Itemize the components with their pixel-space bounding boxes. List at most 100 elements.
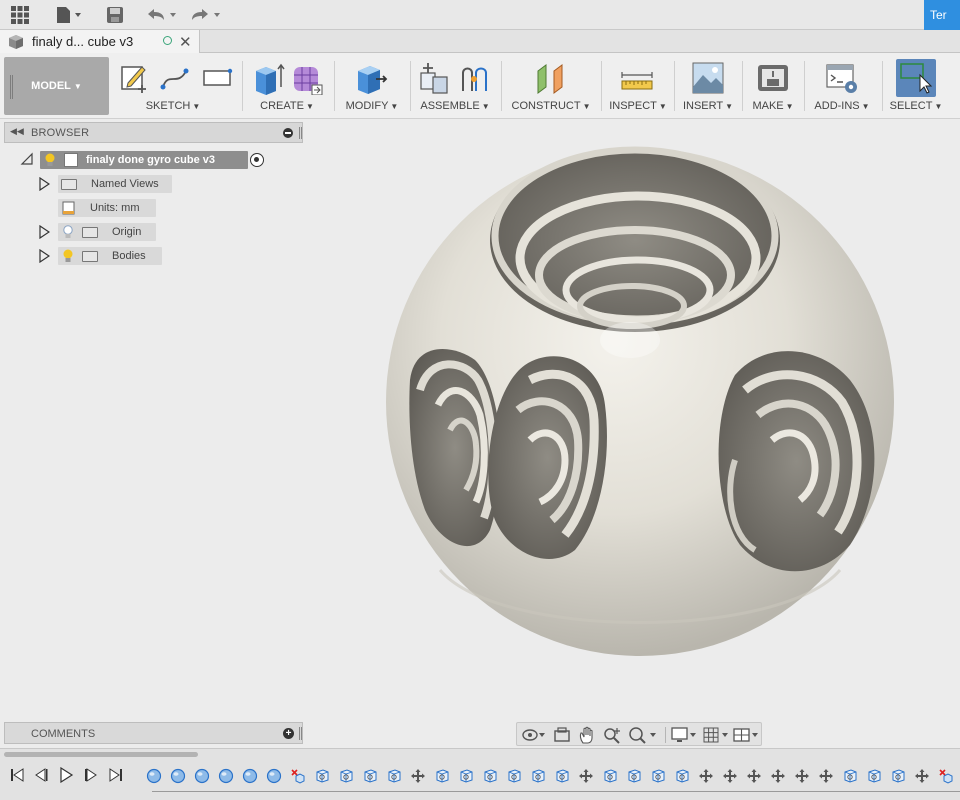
measure-icon[interactable] bbox=[620, 61, 654, 95]
timeline-feature-body-icon[interactable] bbox=[842, 768, 858, 784]
file-menu-icon[interactable] bbox=[54, 4, 84, 26]
collapse-root-icon[interactable] bbox=[20, 152, 34, 169]
fit-zoom-icon[interactable] bbox=[628, 726, 660, 744]
timeline-feature-body-icon[interactable] bbox=[890, 768, 906, 784]
look-at-icon[interactable] bbox=[553, 726, 571, 744]
line-tool-icon[interactable] bbox=[158, 61, 192, 95]
display-settings-icon[interactable] bbox=[670, 726, 700, 744]
scripts-addins-icon[interactable] bbox=[825, 61, 859, 95]
toolbar-grip[interactable] bbox=[10, 75, 13, 99]
timeline-feature-body-icon[interactable] bbox=[650, 768, 666, 784]
timeline-feature-body-icon[interactable] bbox=[458, 768, 474, 784]
activate-component-icon[interactable] bbox=[250, 153, 264, 167]
toolbar-group-label[interactable]: SELECT ▼ bbox=[886, 100, 946, 112]
timeline-feature-body-icon[interactable] bbox=[674, 768, 690, 784]
visibility-bulb-icon[interactable] bbox=[62, 249, 74, 263]
save-icon[interactable] bbox=[104, 4, 126, 26]
toolbar-group-label[interactable]: CREATE ▼ bbox=[248, 100, 326, 112]
user-account-button[interactable]: Ter bbox=[924, 0, 960, 30]
document-tab[interactable]: finaly d... cube v3 ✕ bbox=[0, 30, 200, 53]
comments-panel[interactable]: COMMENTS + bbox=[4, 722, 303, 744]
rectangle-tool-icon[interactable] bbox=[200, 61, 234, 95]
gyro-cube-model[interactable] bbox=[380, 140, 900, 665]
insert-image-icon[interactable] bbox=[691, 61, 725, 95]
toolbar-group-label[interactable]: ASSEMBLE ▼ bbox=[416, 100, 494, 112]
browser-item-named-views[interactable]: Named Views bbox=[58, 175, 172, 193]
extrude-icon[interactable] bbox=[252, 61, 286, 95]
go-to-end-icon[interactable] bbox=[108, 767, 124, 783]
step-forward-icon[interactable] bbox=[83, 767, 99, 783]
viewports-icon[interactable] bbox=[732, 726, 762, 744]
timeline-feature-move-icon[interactable] bbox=[410, 768, 426, 784]
timeline-feature-move-icon[interactable] bbox=[770, 768, 786, 784]
panel-grip[interactable] bbox=[299, 727, 302, 740]
step-back-icon[interactable] bbox=[33, 767, 49, 783]
timeline-feature-body-icon[interactable] bbox=[482, 768, 498, 784]
timeline-feature-move-icon[interactable] bbox=[914, 768, 930, 784]
timeline-feature-move-icon[interactable] bbox=[698, 768, 714, 784]
browser-item-origin[interactable]: Origin bbox=[58, 223, 156, 241]
visibility-bulb-icon[interactable] bbox=[44, 153, 56, 167]
timeline-feature-move-icon[interactable] bbox=[722, 768, 738, 784]
timeline-feature-body-icon[interactable] bbox=[362, 768, 378, 784]
timeline-feature-body-icon[interactable] bbox=[866, 768, 882, 784]
timeline-feature-move-icon[interactable] bbox=[578, 768, 594, 784]
visibility-bulb-off-icon[interactable] bbox=[62, 225, 74, 239]
expand-bodies-icon[interactable] bbox=[38, 248, 51, 266]
expand-named-views-icon[interactable] bbox=[38, 176, 51, 194]
timeline-feature-sphere-icon[interactable] bbox=[242, 768, 258, 784]
timeline-feature-body-icon[interactable] bbox=[506, 768, 522, 784]
toolbar-group-label[interactable]: SKETCH ▼ bbox=[114, 100, 232, 112]
joint-icon[interactable] bbox=[458, 61, 492, 95]
redo-icon[interactable] bbox=[188, 4, 224, 26]
create-sketch-icon[interactable] bbox=[118, 61, 152, 95]
browser-item-bodies[interactable]: Bodies bbox=[58, 247, 162, 265]
grid-snaps-icon[interactable] bbox=[702, 726, 732, 744]
timeline-feature-body-icon[interactable] bbox=[338, 768, 354, 784]
timeline-scrollbar[interactable] bbox=[4, 752, 198, 757]
timeline-feature-body-deleted-icon[interactable] bbox=[938, 768, 954, 784]
timeline-feature-body-icon[interactable] bbox=[314, 768, 330, 784]
timeline-feature-body-icon[interactable] bbox=[386, 768, 402, 784]
apps-grid-icon[interactable] bbox=[8, 4, 32, 26]
browser-root-node[interactable]: finaly done gyro cube v3 bbox=[40, 151, 248, 169]
form-tspline-icon[interactable] bbox=[290, 61, 324, 95]
workspace-switcher-button[interactable]: MODEL ▼ bbox=[4, 57, 109, 115]
toolbar-group-label[interactable]: ADD-INS ▼ bbox=[810, 100, 874, 112]
toolbar-group-label[interactable]: MODIFY ▼ bbox=[340, 100, 404, 112]
timeline-feature-sphere-icon[interactable] bbox=[194, 768, 210, 784]
timeline-feature-sphere-icon[interactable] bbox=[266, 768, 282, 784]
timeline-feature-body-icon[interactable] bbox=[626, 768, 642, 784]
zoom-icon[interactable] bbox=[603, 726, 623, 744]
timeline-feature-sketch-deleted-icon[interactable] bbox=[290, 768, 306, 784]
offset-plane-icon[interactable] bbox=[534, 61, 568, 95]
press-pull-icon[interactable] bbox=[354, 61, 388, 95]
toolbar-group-label[interactable]: INSPECT ▼ bbox=[608, 100, 668, 112]
close-tab-icon[interactable]: ✕ bbox=[179, 33, 192, 51]
timeline-feature-sphere-icon[interactable] bbox=[218, 768, 234, 784]
add-comment-icon[interactable]: + bbox=[283, 728, 294, 739]
toolbar-group-label[interactable]: MAKE ▼ bbox=[748, 100, 798, 112]
new-component-icon[interactable] bbox=[418, 61, 452, 95]
timeline-feature-move-icon[interactable] bbox=[818, 768, 834, 784]
3d-print-icon[interactable] bbox=[756, 61, 790, 95]
timeline-feature-body-icon[interactable] bbox=[602, 768, 618, 784]
play-icon[interactable] bbox=[58, 767, 74, 783]
toolbar-group-label[interactable]: INSERT ▼ bbox=[680, 100, 736, 112]
orbit-icon[interactable] bbox=[521, 726, 547, 744]
timeline-feature-body-icon[interactable] bbox=[434, 768, 450, 784]
timeline-feature-sphere-icon[interactable] bbox=[146, 768, 162, 784]
pan-hand-icon[interactable] bbox=[578, 725, 596, 745]
panel-grip[interactable] bbox=[299, 127, 302, 139]
undo-icon[interactable] bbox=[144, 4, 180, 26]
timeline-feature-body-icon[interactable] bbox=[554, 768, 570, 784]
browser-item-units[interactable]: Units: mm bbox=[58, 199, 156, 217]
timeline-feature-move-icon[interactable] bbox=[794, 768, 810, 784]
browser-panel-header[interactable]: ◀◀ BROWSER bbox=[4, 122, 303, 143]
timeline-feature-body-icon[interactable] bbox=[530, 768, 546, 784]
expand-origin-icon[interactable] bbox=[38, 224, 51, 242]
timeline-feature-sphere-icon[interactable] bbox=[170, 768, 186, 784]
timeline-feature-move-icon[interactable] bbox=[746, 768, 762, 784]
collapse-panel-icon[interactable]: ◀◀ bbox=[10, 126, 24, 137]
toolbar-group-label[interactable]: CONSTRUCT ▼ bbox=[508, 100, 594, 112]
